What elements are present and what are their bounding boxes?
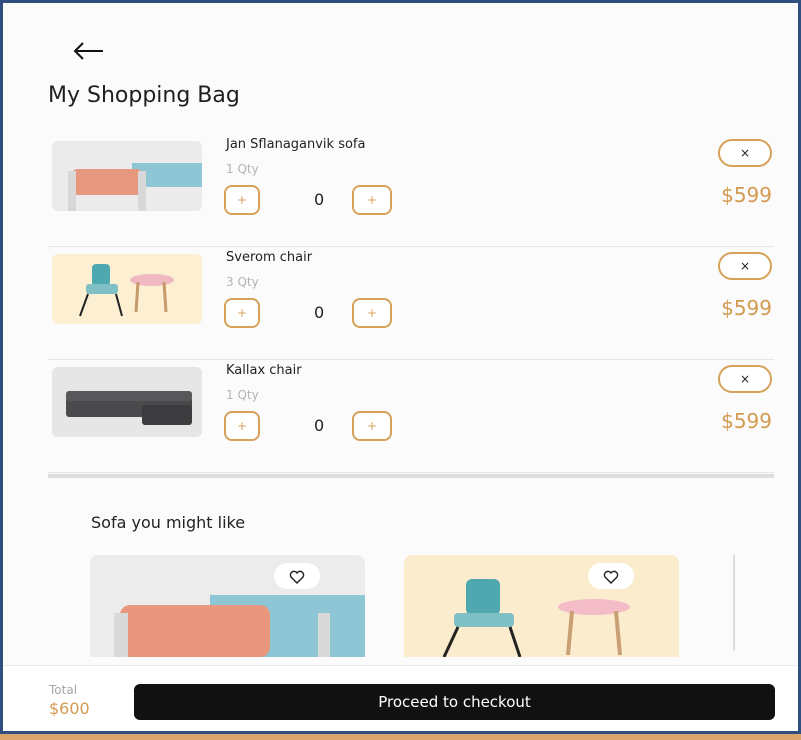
arrow-left-icon <box>73 42 103 60</box>
total-label: Total <box>49 683 78 697</box>
decrease-button[interactable]: + <box>224 298 260 328</box>
remove-button[interactable]: × <box>718 252 772 280</box>
item-count: 0 <box>314 190 325 209</box>
decrease-button[interactable]: + <box>224 411 260 441</box>
increase-button[interactable]: + <box>352 185 392 215</box>
heart-icon <box>289 570 305 584</box>
item-price: $599 <box>721 183 772 207</box>
increase-button[interactable]: + <box>352 411 392 441</box>
quantity-stepper: + 0 + <box>224 185 424 219</box>
remove-button[interactable]: × <box>718 365 772 393</box>
page-title: My Shopping Bag <box>48 83 240 108</box>
item-price: $599 <box>721 296 772 320</box>
decrease-button[interactable]: + <box>224 185 260 215</box>
product-image <box>52 367 202 437</box>
product-image <box>404 555 679 657</box>
remove-button[interactable]: × <box>718 139 772 167</box>
heart-icon <box>603 570 619 584</box>
quantity-stepper: + 0 + <box>224 411 424 445</box>
item-qty: 1 Qty <box>226 388 259 402</box>
recommended-product-card[interactable] <box>90 555 365 657</box>
favorite-button[interactable] <box>274 563 320 589</box>
item-name: Sverom chair <box>226 250 313 265</box>
item-price: $599 <box>721 409 772 433</box>
cart-item: Sverom chair 3 Qty + 0 + × $599 <box>48 246 774 360</box>
item-count: 0 <box>314 303 325 322</box>
total-value: $600 <box>49 699 90 718</box>
item-qty: 3 Qty <box>226 275 259 289</box>
section-divider <box>48 474 774 478</box>
favorite-button[interactable] <box>588 563 634 589</box>
cart-item: Kallax chair 1 Qty + 0 + × $599 <box>48 359 774 473</box>
product-image <box>52 254 202 324</box>
product-image <box>90 555 365 657</box>
item-qty: 1 Qty <box>226 162 259 176</box>
cart-item: Jan Sflanaganvik sofa 1 Qty + 0 + × $599 <box>48 133 774 247</box>
back-button[interactable] <box>69 37 109 65</box>
recommended-product-card[interactable] <box>404 555 679 657</box>
item-name: Jan Sflanaganvik sofa <box>226 137 366 152</box>
carousel-edge <box>733 555 735 651</box>
product-image <box>52 141 202 211</box>
bottom-accent-strip <box>0 734 801 740</box>
recommendations-title: Sofa you might like <box>91 513 246 532</box>
checkout-button[interactable]: Proceed to checkout <box>134 684 775 720</box>
item-name: Kallax chair <box>226 363 302 378</box>
app-screen: My Shopping Bag Jan Sflanaganvik sofa 1 … <box>0 0 801 734</box>
item-count: 0 <box>314 416 325 435</box>
increase-button[interactable]: + <box>352 298 392 328</box>
quantity-stepper: + 0 + <box>224 298 424 332</box>
